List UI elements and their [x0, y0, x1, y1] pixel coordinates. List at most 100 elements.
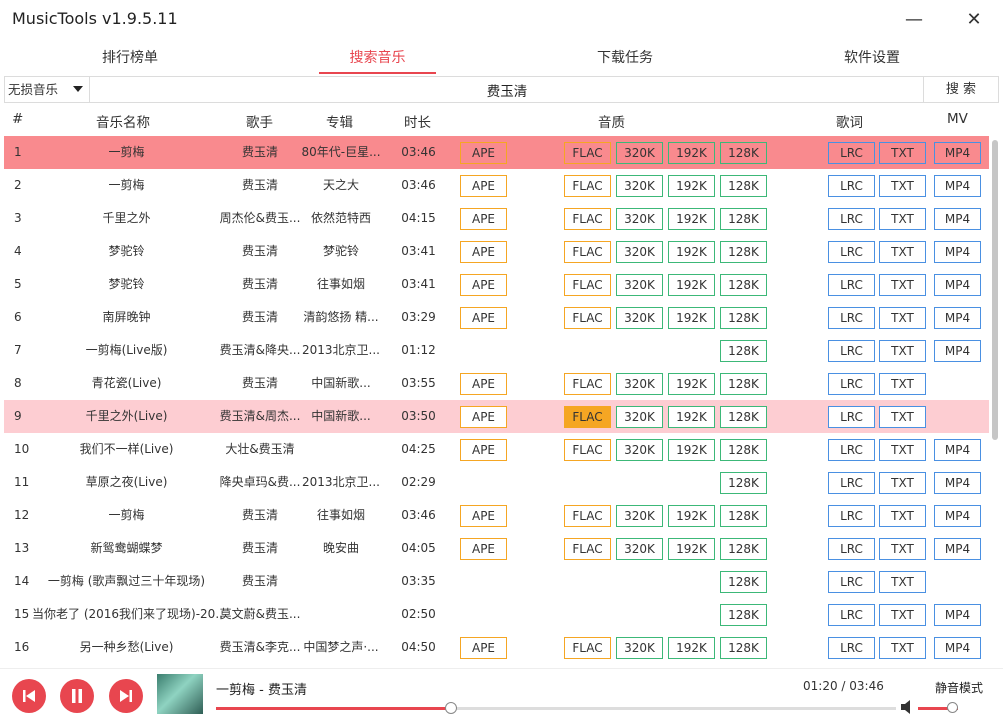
- 128k-button[interactable]: 128K: [720, 241, 767, 263]
- 320k-button[interactable]: 320K: [616, 142, 663, 164]
- 320k-button[interactable]: 320K: [616, 538, 663, 560]
- 320k-button[interactable]: 320K: [616, 307, 663, 329]
- tab-settings[interactable]: 软件设置: [841, 44, 903, 74]
- pause-button[interactable]: [60, 679, 94, 713]
- tab-downloads[interactable]: 下载任务: [594, 44, 656, 74]
- previous-button[interactable]: [12, 679, 46, 713]
- txt-button[interactable]: TXT: [879, 340, 926, 362]
- 192k-button[interactable]: 192K: [668, 208, 715, 230]
- lrc-button[interactable]: LRC: [828, 208, 875, 230]
- flac-button[interactable]: FLAC: [564, 274, 611, 296]
- minimize-button[interactable]: —: [902, 8, 926, 32]
- ape-button[interactable]: APE: [460, 208, 507, 230]
- ape-button[interactable]: APE: [460, 406, 507, 428]
- lrc-button[interactable]: LRC: [828, 307, 875, 329]
- flac-button[interactable]: FLAC: [564, 373, 611, 395]
- 320k-button[interactable]: 320K: [616, 175, 663, 197]
- 320k-button[interactable]: 320K: [616, 637, 663, 659]
- txt-button[interactable]: TXT: [879, 472, 926, 494]
- flac-button[interactable]: FLAC: [564, 142, 611, 164]
- flac-button[interactable]: FLAC: [564, 538, 611, 560]
- 192k-button[interactable]: 192K: [668, 241, 715, 263]
- ape-button[interactable]: APE: [460, 439, 507, 461]
- 192k-button[interactable]: 192K: [668, 637, 715, 659]
- lrc-button[interactable]: LRC: [828, 505, 875, 527]
- flac-button[interactable]: FLAC: [564, 241, 611, 263]
- mp4-button[interactable]: MP4: [934, 604, 981, 626]
- table-row[interactable]: 12 一剪梅 费玉清 往事如烟 03:46 APE FLAC 320K 192K…: [4, 499, 989, 532]
- table-row[interactable]: 7 一剪梅(Live版) 费玉清&降央... 2013北京卫... 01:12 …: [4, 334, 989, 367]
- flac-button[interactable]: FLAC: [564, 307, 611, 329]
- lrc-button[interactable]: LRC: [828, 406, 875, 428]
- lrc-button[interactable]: LRC: [828, 604, 875, 626]
- txt-button[interactable]: TXT: [879, 274, 926, 296]
- table-row[interactable]: 1 一剪梅 费玉清 80年代-巨星... 03:46 APE FLAC 320K…: [4, 136, 989, 169]
- 192k-button[interactable]: 192K: [668, 274, 715, 296]
- table-row[interactable]: 9 千里之外(Live) 费玉清&周杰... 中国新歌... 03:50 APE…: [4, 400, 989, 433]
- lrc-button[interactable]: LRC: [828, 538, 875, 560]
- table-row[interactable]: 10 我们不一样(Live) 大壮&费玉清 04:25 APE FLAC 320…: [4, 433, 989, 466]
- lrc-button[interactable]: LRC: [828, 637, 875, 659]
- lrc-button[interactable]: LRC: [828, 241, 875, 263]
- ape-button[interactable]: APE: [460, 373, 507, 395]
- table-row[interactable]: 6 南屏晚钟 费玉清 清韵悠扬 精... 03:29 APE FLAC 320K…: [4, 301, 989, 334]
- mp4-button[interactable]: MP4: [934, 274, 981, 296]
- 128k-button[interactable]: 128K: [720, 571, 767, 593]
- txt-button[interactable]: TXT: [879, 142, 926, 164]
- 128k-button[interactable]: 128K: [720, 340, 767, 362]
- mp4-button[interactable]: MP4: [934, 538, 981, 560]
- mp4-button[interactable]: MP4: [934, 439, 981, 461]
- next-button[interactable]: [109, 679, 143, 713]
- volume-icon[interactable]: [900, 699, 914, 715]
- txt-button[interactable]: TXT: [879, 307, 926, 329]
- table-row[interactable]: 16 另一种乡愁(Live) 费玉清&李克... 中国梦之声·... 04:50…: [4, 631, 989, 664]
- ape-button[interactable]: APE: [460, 307, 507, 329]
- 192k-button[interactable]: 192K: [668, 175, 715, 197]
- 128k-button[interactable]: 128K: [720, 208, 767, 230]
- 192k-button[interactable]: 192K: [668, 307, 715, 329]
- 320k-button[interactable]: 320K: [616, 439, 663, 461]
- ape-button[interactable]: APE: [460, 538, 507, 560]
- 128k-button[interactable]: 128K: [720, 439, 767, 461]
- lrc-button[interactable]: LRC: [828, 472, 875, 494]
- 192k-button[interactable]: 192K: [668, 538, 715, 560]
- mp4-button[interactable]: MP4: [934, 241, 981, 263]
- 128k-button[interactable]: 128K: [720, 406, 767, 428]
- mp4-button[interactable]: MP4: [934, 142, 981, 164]
- 320k-button[interactable]: 320K: [616, 406, 663, 428]
- tab-search[interactable]: 搜索音乐: [319, 44, 436, 74]
- lrc-button[interactable]: LRC: [828, 142, 875, 164]
- tab-charts[interactable]: 排行榜单: [100, 44, 160, 74]
- mp4-button[interactable]: MP4: [934, 307, 981, 329]
- 128k-button[interactable]: 128K: [720, 637, 767, 659]
- txt-button[interactable]: TXT: [879, 406, 926, 428]
- 128k-button[interactable]: 128K: [720, 307, 767, 329]
- txt-button[interactable]: TXT: [879, 637, 926, 659]
- quality-select[interactable]: 无损音乐: [5, 77, 90, 102]
- table-row[interactable]: 15 当你老了 (2016我们来了现场)-20... 莫文蔚&费玉... 02:…: [4, 598, 989, 631]
- mp4-button[interactable]: MP4: [934, 505, 981, 527]
- txt-button[interactable]: TXT: [879, 538, 926, 560]
- flac-button[interactable]: FLAC: [564, 406, 611, 428]
- txt-button[interactable]: TXT: [879, 571, 926, 593]
- 128k-button[interactable]: 128K: [720, 472, 767, 494]
- flac-button[interactable]: FLAC: [564, 175, 611, 197]
- lrc-button[interactable]: LRC: [828, 373, 875, 395]
- mute-mode-label[interactable]: 静音模式: [935, 679, 983, 696]
- lrc-button[interactable]: LRC: [828, 274, 875, 296]
- 320k-button[interactable]: 320K: [616, 505, 663, 527]
- 320k-button[interactable]: 320K: [616, 208, 663, 230]
- vertical-scrollbar[interactable]: [992, 140, 998, 440]
- table-row[interactable]: 11 草原之夜(Live) 降央卓玛&费... 2013北京卫... 02:29…: [4, 466, 989, 499]
- lrc-button[interactable]: LRC: [828, 175, 875, 197]
- txt-button[interactable]: TXT: [879, 505, 926, 527]
- mp4-button[interactable]: MP4: [934, 340, 981, 362]
- ape-button[interactable]: APE: [460, 142, 507, 164]
- search-input[interactable]: [91, 77, 923, 102]
- 128k-button[interactable]: 128K: [720, 373, 767, 395]
- lrc-button[interactable]: LRC: [828, 571, 875, 593]
- lrc-button[interactable]: LRC: [828, 439, 875, 461]
- mp4-button[interactable]: MP4: [934, 208, 981, 230]
- 128k-button[interactable]: 128K: [720, 505, 767, 527]
- flac-button[interactable]: FLAC: [564, 439, 611, 461]
